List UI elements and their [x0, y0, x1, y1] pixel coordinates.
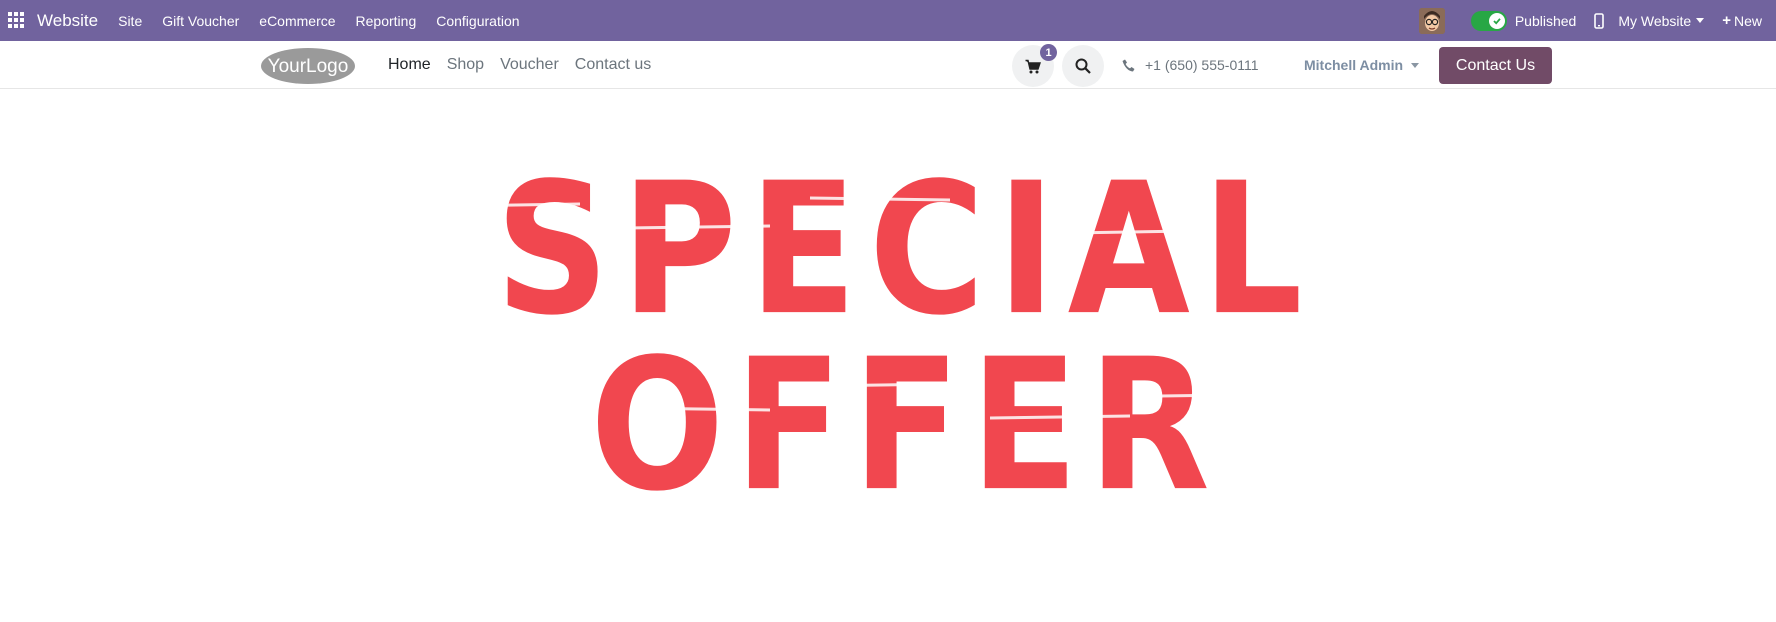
caret-down-icon	[1696, 18, 1705, 23]
mobile-preview-icon[interactable]	[1594, 12, 1605, 29]
website-selector-label: My Website	[1618, 12, 1692, 29]
hero-section: SPECIAL OFFER	[0, 90, 1776, 622]
new-button-label: New	[1733, 12, 1762, 29]
search-button[interactable]	[1062, 45, 1104, 87]
user-avatar[interactable]	[1418, 7, 1445, 34]
search-icon	[1075, 58, 1091, 74]
new-button[interactable]: + New	[1722, 12, 1762, 29]
contact-us-button[interactable]: Contact Us	[1439, 47, 1552, 84]
hero-line-2: OFFER	[590, 320, 1220, 532]
phone-icon	[1122, 59, 1135, 71]
logo-text: YourLogo	[268, 56, 349, 77]
menu-item-site[interactable]: Site	[118, 13, 142, 29]
user-menu[interactable]: Mitchell Admin	[1304, 57, 1420, 73]
site-logo[interactable]: YourLogo	[260, 47, 356, 85]
admin-navbar: Website Site Gift Voucher eCommerce Repo…	[0, 0, 1776, 41]
check-icon	[1488, 12, 1505, 29]
publish-toggle[interactable]	[1470, 10, 1507, 31]
plus-icon: +	[1722, 12, 1731, 29]
menu-item-configuration[interactable]: Configuration	[436, 13, 519, 29]
phone-contact: +1 (650) 555-0111	[1122, 57, 1259, 73]
nav-home[interactable]: Home	[388, 56, 431, 74]
website-selector[interactable]: My Website	[1618, 12, 1705, 29]
apps-menu-icon[interactable]	[8, 12, 25, 29]
admin-menu: Site Gift Voucher eCommerce Reporting Co…	[118, 13, 539, 29]
admin-right-tools: Published My Website + New	[1418, 7, 1776, 34]
nav-contact-us[interactable]: Contact us	[575, 56, 651, 74]
site-header: YourLogo Home Shop Voucher Contact us 1 …	[0, 41, 1776, 89]
menu-item-ecommerce[interactable]: eCommerce	[259, 13, 335, 29]
caret-down-icon	[1411, 62, 1420, 68]
nav-voucher[interactable]: Voucher	[500, 56, 559, 74]
main-nav: Home Shop Voucher Contact us	[388, 56, 667, 74]
special-offer-banner: SPECIAL OFFER	[250, 144, 1560, 532]
phone-number: +1 (650) 555-0111	[1145, 57, 1259, 73]
menu-item-reporting[interactable]: Reporting	[356, 13, 417, 29]
app-name[interactable]: Website	[37, 11, 98, 31]
user-name: Mitchell Admin	[1304, 57, 1404, 73]
menu-item-gift-voucher[interactable]: Gift Voucher	[162, 13, 239, 29]
cart-count-badge: 1	[1040, 44, 1057, 61]
avatar-face-icon	[1418, 7, 1445, 34]
nav-shop[interactable]: Shop	[447, 56, 484, 74]
cart-icon	[1025, 59, 1041, 73]
published-label: Published	[1514, 12, 1577, 29]
cart-button[interactable]: 1	[1012, 44, 1057, 87]
